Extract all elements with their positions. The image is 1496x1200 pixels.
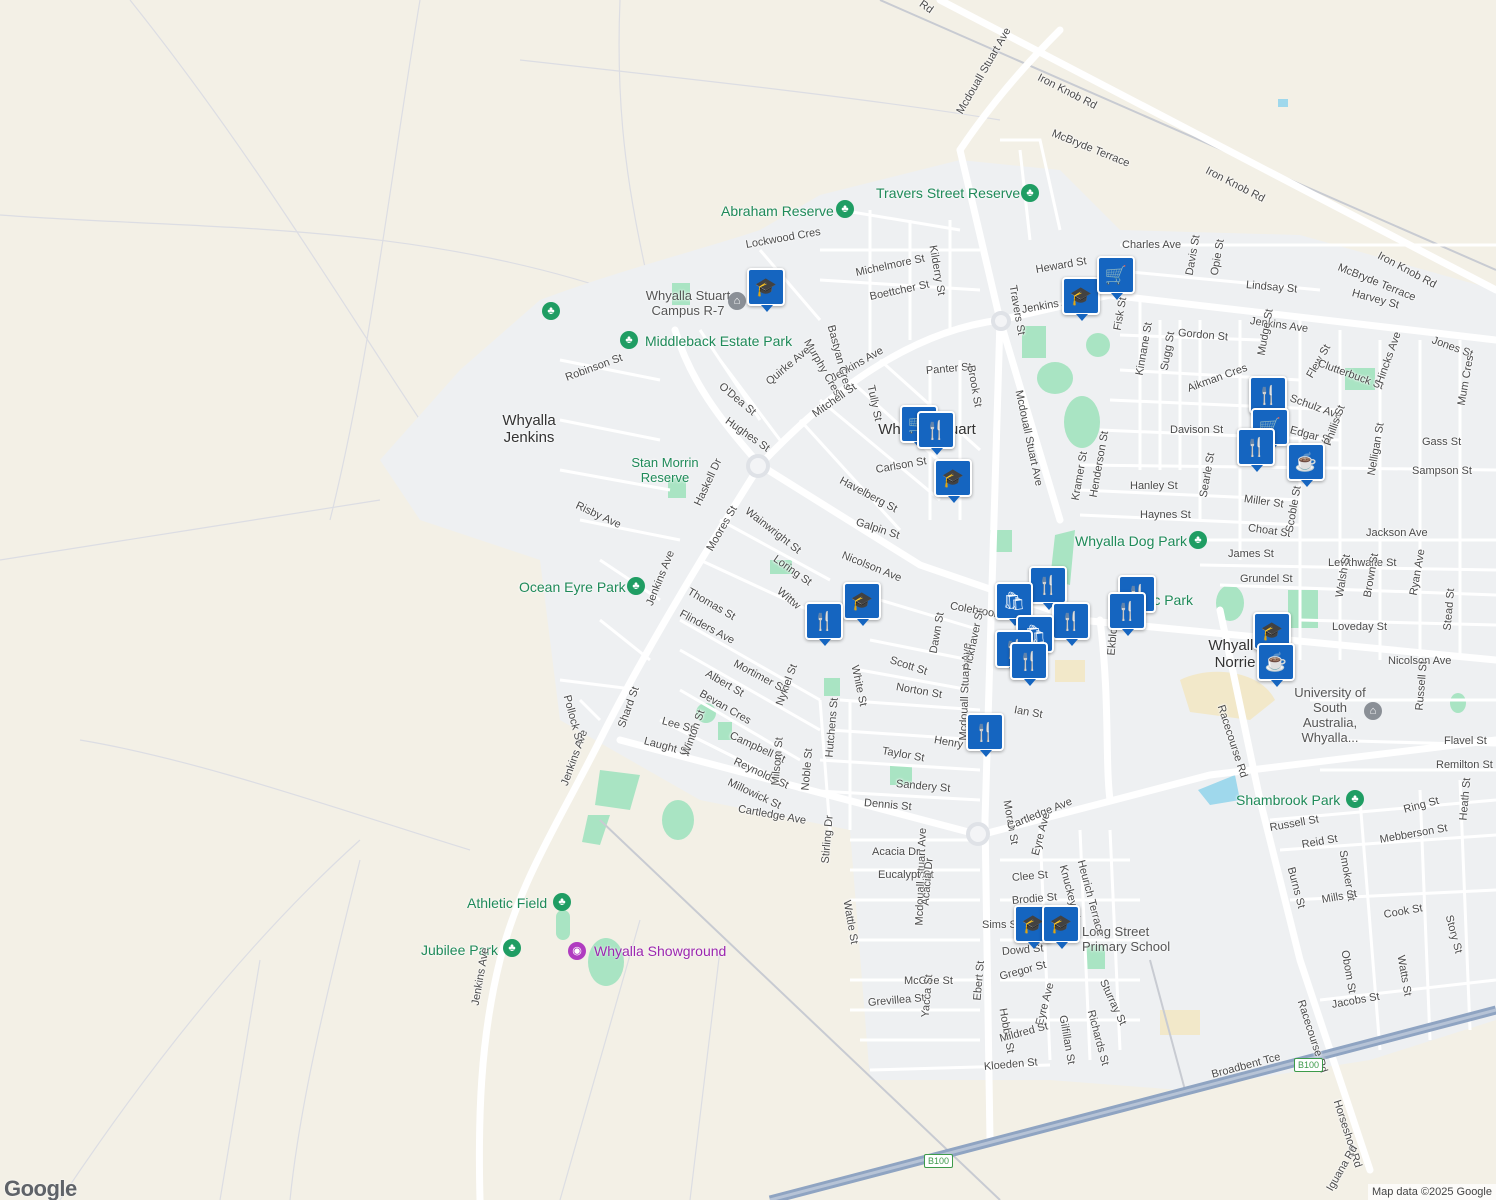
pond-small	[1278, 99, 1288, 107]
google-logo: Google	[4, 1176, 77, 1200]
shopping-cart-pin-icon[interactable]: 🛒	[1097, 256, 1135, 300]
street-label: Flavel St	[1444, 735, 1487, 747]
cafe-pin-icon[interactable]: ☕	[1257, 643, 1295, 687]
street-label: Davison St	[1170, 424, 1224, 436]
poi-university-south-australia[interactable]: University of South Australia, Whyalla...	[1290, 685, 1370, 745]
tree-icon: ♣	[620, 331, 638, 349]
poi-line: Reserve	[640, 470, 690, 485]
street-label: Loveday St	[1332, 621, 1388, 633]
tree-icon: ♣	[1346, 790, 1364, 808]
poi-line: Primary School	[1082, 939, 1171, 954]
map-attribution: Map data ©2025 Google	[1367, 1184, 1496, 1200]
poi-line: Australia,	[1302, 715, 1358, 730]
school-pin-icon[interactable]: 🎓	[747, 268, 785, 312]
street-label: Hanley St	[1130, 480, 1178, 492]
route-shield-b100: B100	[1294, 1058, 1324, 1072]
camera-icon: ◉	[568, 942, 586, 960]
street-label: Remilton St	[1436, 759, 1493, 771]
school-pin-icon[interactable]: 🎓	[843, 582, 881, 626]
cafe-pin-icon[interactable]: ☕	[1287, 443, 1325, 487]
tree-icon: ♣	[553, 893, 571, 911]
place-whyalla-jenkins: Whyalla Jenkins	[498, 412, 560, 446]
school-pin-icon[interactable]: 🎓	[934, 459, 972, 503]
place-line: Whyalla	[502, 412, 556, 429]
street-label: Grundel St	[1240, 573, 1293, 585]
restaurant-pin-icon[interactable]: 🍴	[1029, 566, 1067, 610]
restaurant-pin-icon[interactable]: 🍴	[1010, 642, 1048, 686]
tree-icon: ♣	[542, 302, 560, 320]
park-ocean-eyre[interactable]: Ocean Eyre Park	[519, 580, 626, 594]
tree-icon: ♣	[836, 200, 854, 218]
restaurant-pin-icon[interactable]: 🍴	[1052, 602, 1090, 646]
poi-stan-morrin-reserve[interactable]: Stan Morrin Reserve	[620, 455, 710, 485]
tree-icon: ♣	[503, 939, 521, 957]
poi-line: South	[1313, 700, 1347, 715]
restaurant-pin-icon[interactable]: 🍴	[805, 602, 843, 646]
university-icon: ⌂	[1364, 702, 1382, 720]
street-label: Haynes St	[1140, 509, 1191, 521]
restaurant-pin-icon[interactable]: 🍴	[1108, 592, 1146, 636]
school-pin-icon[interactable]: 🎓	[1042, 905, 1080, 949]
street-label: Sampson St	[1412, 465, 1472, 477]
park-whyalla-dog-park[interactable]: Whyalla Dog Park	[1075, 534, 1187, 548]
map-base-layer	[0, 0, 1496, 1200]
route-shield-b100: B100	[924, 1154, 954, 1168]
street-label: Jackson Ave	[1366, 527, 1428, 539]
park-athletic-field[interactable]: Athletic Field	[467, 896, 547, 910]
poi-line: Whyalla...	[1301, 730, 1359, 745]
park-middleback-estate[interactable]: Middleback Estate Park	[645, 334, 792, 348]
park-shambrook[interactable]: Shambrook Park	[1236, 793, 1340, 807]
street-label: Charles Ave	[1122, 239, 1182, 251]
map-canvas[interactable]: WhyallaJenkins Whyalla Stuart Whyalla Nor…	[0, 0, 1496, 1200]
place-line: Norrie	[1214, 654, 1256, 671]
street-label: Acacia Dr	[872, 846, 920, 858]
restaurant-pin-icon[interactable]: 🍴	[917, 411, 955, 455]
tree-icon: ♣	[627, 577, 645, 595]
poi-line: University of	[1294, 685, 1366, 700]
park-abraham-reserve[interactable]: Abraham Reserve	[721, 204, 834, 218]
place-line: Jenkins	[503, 429, 555, 446]
poi-whyalla-showground[interactable]: Whyalla Showground	[594, 944, 726, 958]
street-label: James St	[1228, 548, 1274, 560]
park-travers-street-reserve[interactable]: Travers Street Reserve	[876, 186, 1020, 200]
poi-line: Whyalla Stuart	[645, 288, 731, 303]
tree-icon: ♣	[1189, 531, 1207, 549]
poi-line: Stan Morrin	[631, 455, 699, 470]
school-pin-icon[interactable]: 🎓	[1062, 277, 1100, 321]
restaurant-pin-icon[interactable]: 🍴	[1237, 428, 1275, 472]
tree-icon: ♣	[1021, 184, 1039, 202]
street-label: Gass St	[1422, 436, 1462, 448]
school-icon: ⌂	[728, 292, 746, 310]
restaurant-pin-icon[interactable]: 🍴	[966, 713, 1004, 757]
poi-line: Campus R-7	[651, 303, 725, 318]
